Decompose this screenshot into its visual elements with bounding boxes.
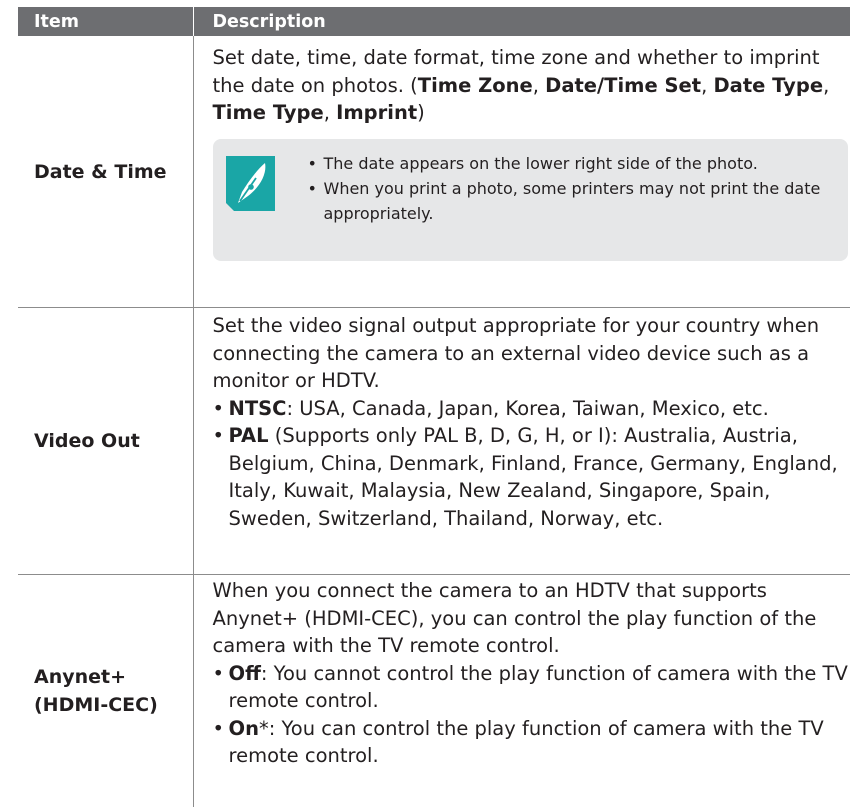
- option-off: •Off: You cannot control the play functi…: [213, 660, 851, 715]
- description-text: When you connect the camera to an HDTV t…: [213, 577, 851, 660]
- table-row-video-out: Video Out Set the video signal output ap…: [18, 308, 850, 575]
- option-pal: •PAL (Supports only PAL B, D, G, H, or I…: [213, 422, 851, 532]
- item-anynet-line1: Anynet+: [34, 666, 126, 688]
- option-on: •On*: You can control the play function …: [213, 715, 851, 770]
- settings-table: Item Description Date & Time Set date, t…: [18, 7, 850, 807]
- column-header-description: Description: [193, 7, 850, 36]
- table-row-anynet: Anynet+ (HDMI-CEC) When you connect the …: [18, 575, 850, 807]
- description-text: Set the video signal output appropriate …: [213, 312, 851, 395]
- description-text: Set date, time, date format, time zone a…: [213, 44, 851, 127]
- table-header-row: Item Description: [18, 7, 850, 36]
- table-row-date-time: Date & Time Set date, time, date format,…: [18, 36, 850, 308]
- item-anynet-line2: (HDMI-CEC): [34, 694, 158, 716]
- option-list: •Off: You cannot control the play functi…: [213, 660, 851, 770]
- option-ntsc: •NTSC: USA, Canada, Japan, Korea, Taiwan…: [213, 395, 851, 423]
- item-video-out: Video Out: [18, 308, 193, 575]
- description-date-time: Set date, time, date format, time zone a…: [193, 36, 850, 308]
- note-bullet-item: •When you print a photo, some printers m…: [308, 176, 841, 226]
- item-anynet: Anynet+ (HDMI-CEC): [18, 575, 193, 807]
- column-header-item: Item: [18, 7, 193, 36]
- note-pen-icon: [226, 156, 275, 211]
- note-bullet-item: •The date appears on the lower right sid…: [308, 151, 841, 176]
- item-date-time: Date & Time: [18, 36, 193, 308]
- description-video-out: Set the video signal output appropriate …: [193, 308, 850, 575]
- option-list: •NTSC: USA, Canada, Japan, Korea, Taiwan…: [213, 395, 851, 533]
- note-box: •The date appears on the lower right sid…: [213, 139, 849, 261]
- note-list: •The date appears on the lower right sid…: [308, 151, 841, 226]
- description-anynet: When you connect the camera to an HDTV t…: [193, 575, 850, 807]
